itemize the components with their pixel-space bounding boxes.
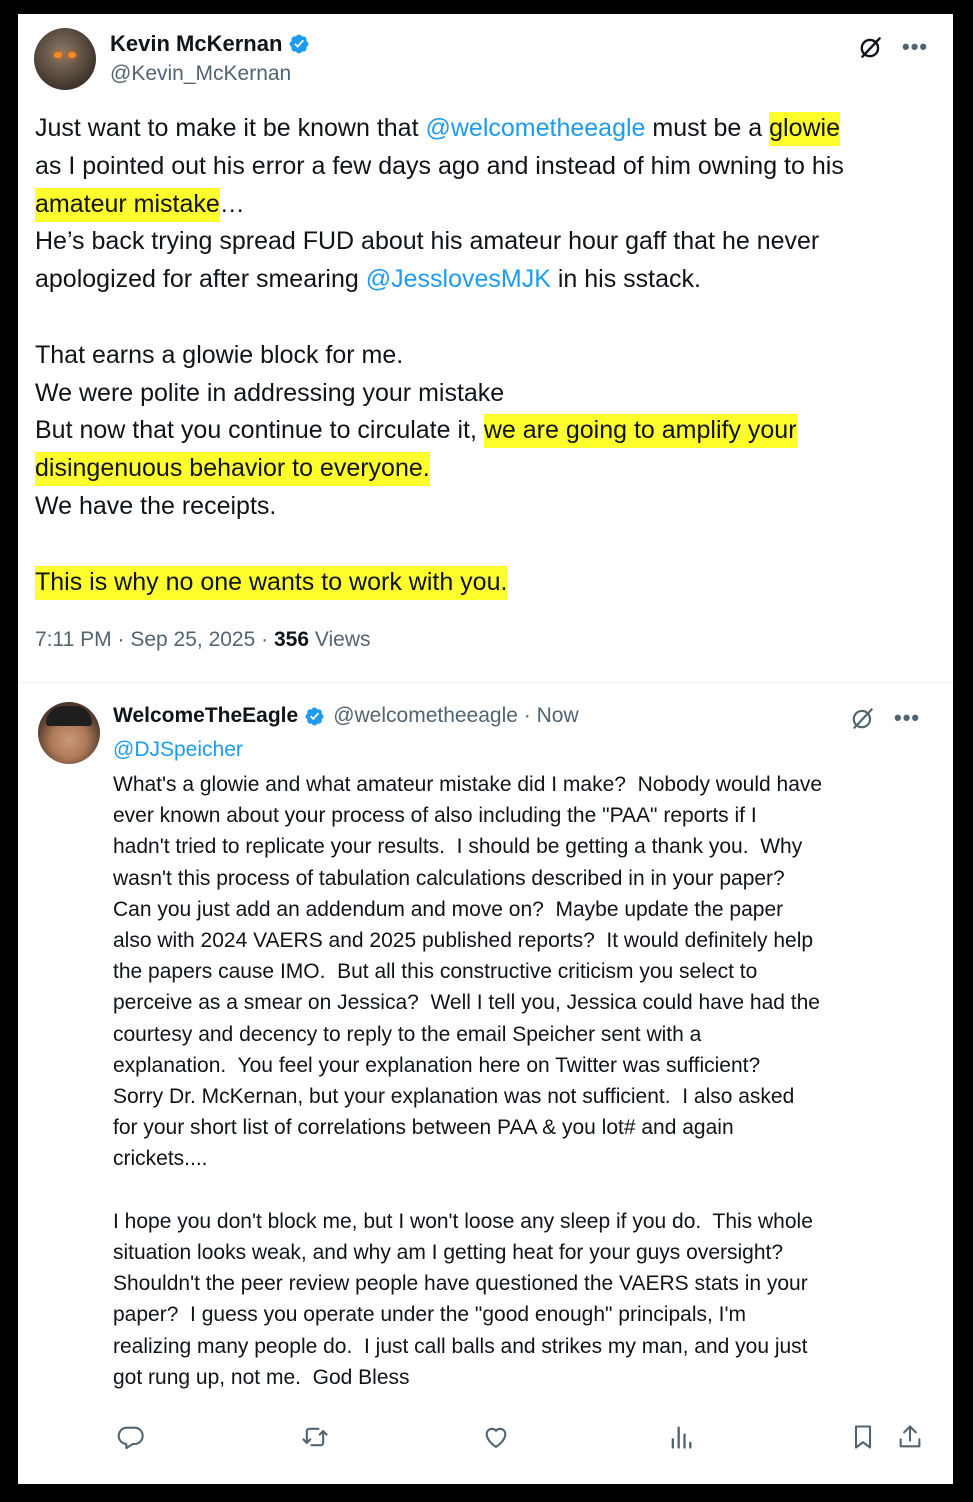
tweet-time[interactable]: 7:11 PM bbox=[35, 628, 112, 651]
tweet-text-segment: We have the receipts. bbox=[35, 491, 277, 520]
verified-badge-icon bbox=[289, 34, 309, 54]
reply-text: What's a glowie and what amateur mistake… bbox=[113, 773, 823, 1389]
reply-tweet: WelcomeTheEagle @welcometheeagle · Now •… bbox=[18, 683, 953, 1484]
reply-author-display-name[interactable]: WelcomeTheEagle bbox=[113, 704, 298, 728]
bookmark-icon[interactable] bbox=[849, 1423, 877, 1451]
meta-separator: · bbox=[261, 628, 269, 651]
more-icon[interactable]: ••• bbox=[902, 36, 928, 58]
views-label: Views bbox=[314, 628, 371, 651]
author-handle[interactable]: @Kevin_McKernan bbox=[110, 62, 291, 86]
grok-icon[interactable] bbox=[858, 34, 884, 60]
avatar-eye bbox=[68, 52, 76, 58]
reply-author-avatar[interactable] bbox=[38, 702, 100, 764]
verified-badge-icon bbox=[305, 707, 324, 725]
highlighted-text: amateur mistake bbox=[35, 187, 220, 222]
retweet-icon[interactable] bbox=[301, 1423, 329, 1451]
more-icon[interactable]: ••• bbox=[894, 707, 920, 729]
author-display-name[interactable]: Kevin McKernan bbox=[110, 31, 282, 57]
reply-header: WelcomeTheEagle @welcometheeagle · Now bbox=[113, 704, 579, 728]
share-icon[interactable] bbox=[896, 1423, 924, 1451]
tweet-text-segment: must be a bbox=[645, 114, 770, 142]
tweet-date[interactable]: Sep 25, 2025 bbox=[130, 628, 255, 651]
action-bar bbox=[113, 1423, 953, 1455]
tweet-text-segment: as I pointed out his error a few days ag… bbox=[35, 151, 844, 180]
mention-link[interactable]: @JesslovesMJK bbox=[366, 265, 551, 293]
views-count: 356 bbox=[273, 628, 310, 651]
screenshot-frame: Kevin McKernan @Kevin_McKernan ••• Just … bbox=[18, 14, 953, 1484]
mention-link[interactable]: @welcometheeagle bbox=[425, 114, 645, 142]
author-name-row: Kevin McKernan bbox=[110, 31, 310, 57]
meta-separator: · bbox=[117, 628, 125, 651]
tweet-text-segment: Just want to make it be known that bbox=[35, 114, 426, 142]
tweet-meta: 7:11 PM · Sep 25, 2025 · 356 Views bbox=[35, 628, 371, 652]
replying-to-mention[interactable]: @DJSpeicher bbox=[113, 738, 243, 762]
tweet-top-actions: ••• bbox=[858, 34, 928, 60]
author-avatar[interactable] bbox=[34, 28, 96, 90]
reply-top-actions: ••• bbox=[850, 705, 920, 731]
views-icon[interactable] bbox=[667, 1423, 695, 1451]
tweet-text: Just want to make it be known that @welc… bbox=[35, 110, 935, 601]
highlighted-text: This is why no one wants to work with yo… bbox=[35, 565, 508, 600]
highlighted-text: glowie bbox=[769, 112, 840, 146]
reply-icon[interactable] bbox=[117, 1423, 145, 1451]
main-tweet: Kevin McKernan @Kevin_McKernan ••• Just … bbox=[18, 14, 953, 682]
like-icon[interactable] bbox=[482, 1423, 510, 1451]
avatar-eye bbox=[54, 52, 62, 58]
avatar-cap bbox=[46, 706, 92, 726]
reply-author-handle[interactable]: @welcometheeagle · Now bbox=[333, 704, 578, 728]
grok-icon[interactable] bbox=[850, 705, 876, 731]
